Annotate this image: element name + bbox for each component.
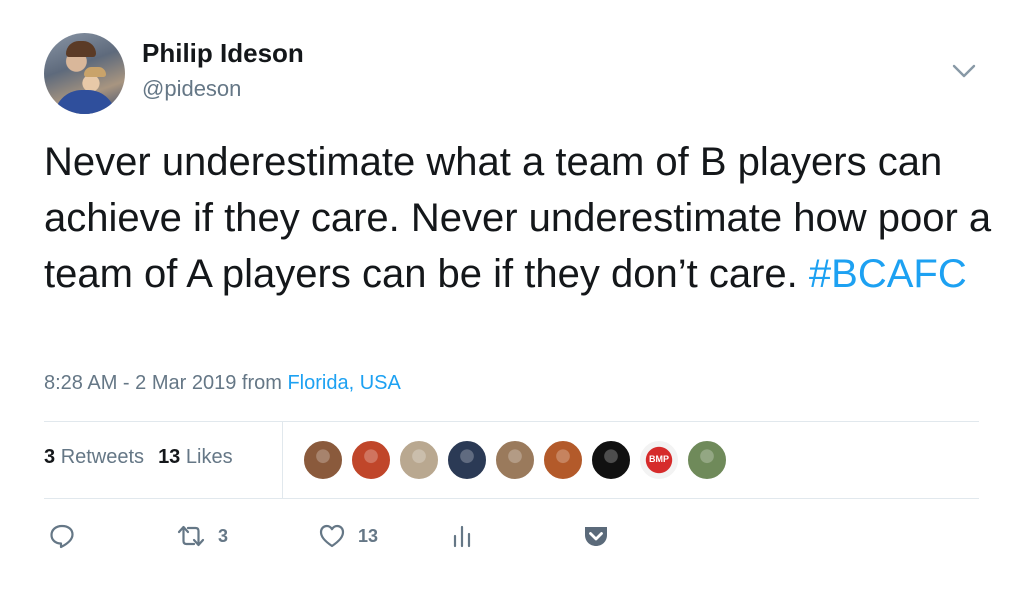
- tweet-actions: 3 13: [0, 518, 1030, 558]
- likes-count: 13: [158, 446, 181, 468]
- pocket-button[interactable]: [582, 518, 610, 554]
- liker-avatar[interactable]: [686, 439, 728, 481]
- hashtag-link[interactable]: #BCAFC: [809, 252, 967, 296]
- author-display-name[interactable]: Philip Ideson: [142, 38, 304, 69]
- divider-bottom: [44, 498, 979, 499]
- reply-icon: [50, 524, 74, 549]
- retweet-icon: [177, 525, 205, 547]
- liker-avatar[interactable]: [350, 439, 392, 481]
- likes-stat[interactable]: 13 Likes: [158, 446, 233, 468]
- liker-avatar[interactable]: [398, 439, 440, 481]
- tweet-location-link[interactable]: Florida, USA: [287, 372, 400, 394]
- like-count: 13: [358, 525, 379, 546]
- analytics-icon: [453, 525, 471, 548]
- analytics-button[interactable]: [450, 518, 474, 554]
- liker-avatar[interactable]: [494, 439, 536, 481]
- divider-top: [44, 421, 979, 422]
- author-avatar[interactable]: [44, 33, 125, 114]
- author-handle[interactable]: @pideson: [142, 76, 241, 102]
- retweets-label: Retweets: [60, 446, 145, 468]
- tweet-timestamp: 8:28 AM - 2 Mar 2019 from Florida, USA: [44, 372, 401, 395]
- retweets-count: 3: [44, 446, 56, 468]
- avatar-hair-child: [84, 67, 106, 77]
- liker-avatar[interactable]: [302, 439, 344, 481]
- tweet-stats: 3 Retweets 13 Likes: [44, 446, 233, 469]
- pocket-icon: [585, 527, 607, 546]
- stats-separator: [282, 422, 283, 498]
- like-button[interactable]: 13: [318, 518, 378, 554]
- liker-avatar[interactable]: [590, 439, 632, 481]
- avatar-shirt: [54, 90, 116, 114]
- liker-avatar-bmp[interactable]: BMP: [638, 439, 680, 481]
- tweet-time: 8:28 AM - 2 Mar 2019 from: [44, 372, 282, 394]
- liker-avatar-label: BMP: [649, 454, 669, 464]
- liker-avatar[interactable]: [446, 439, 488, 481]
- liker-avatar[interactable]: [542, 439, 584, 481]
- reply-button[interactable]: [48, 518, 76, 554]
- avatar-hair-adult: [66, 41, 96, 57]
- tweet-text: Never underestimate what a team of B pla…: [44, 134, 994, 302]
- chevron-down-icon[interactable]: [951, 62, 977, 80]
- retweet-button[interactable]: 3: [176, 518, 228, 554]
- likes-label: Likes: [185, 446, 233, 468]
- retweets-stat[interactable]: 3 Retweets: [44, 446, 144, 468]
- heart-icon: [319, 524, 345, 548]
- retweet-count: 3: [218, 525, 229, 546]
